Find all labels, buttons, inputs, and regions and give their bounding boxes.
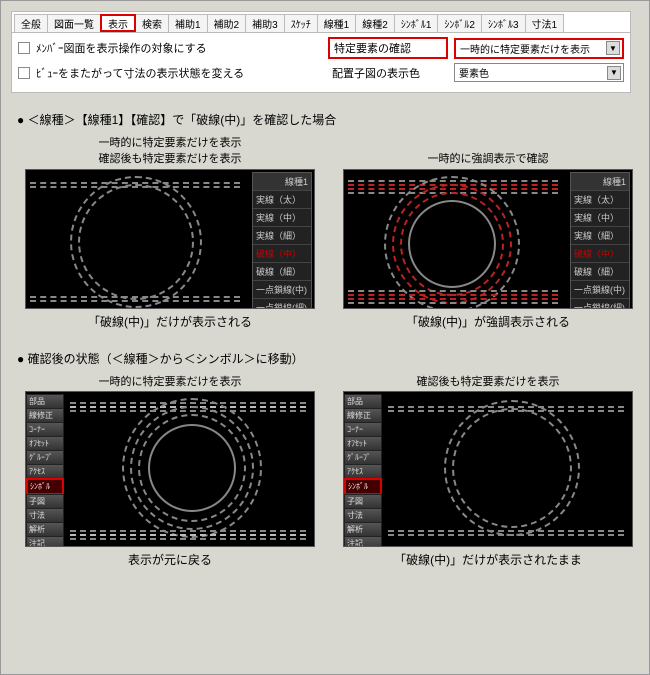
side-menu-item[interactable]: 破線（中） (571, 245, 629, 263)
left-item-ｱｸｾｽ[interactable]: ｱｸｾｽ (344, 464, 382, 479)
field-confirm-value: 一時的に特定要素だけを表示 (460, 41, 590, 56)
left-item-解析[interactable]: 解析 (344, 522, 382, 537)
side-menu-item[interactable]: 実線（中） (571, 209, 629, 227)
left-item-寸法[interactable]: 寸法 (344, 508, 382, 523)
field-color-label: 配置子図の表示色 (328, 64, 448, 82)
side-menu-item[interactable]: 実線（太） (571, 191, 629, 209)
left-item-ｵﾌｾｯﾄ[interactable]: ｵﾌｾｯﾄ (26, 436, 64, 451)
pair1-right-below: 「破線(中)」が強調表示される (343, 313, 633, 330)
pair1-left-below: 「破線(中)」だけが表示される (25, 313, 315, 330)
left-item-注記[interactable]: 注記 (26, 536, 64, 547)
pair2-right-below: 「破線(中)」だけが表示されたまま (343, 551, 633, 568)
side-menu-item[interactable]: 一点鎖線(中) (253, 281, 311, 299)
left-item-解析[interactable]: 解析 (26, 522, 64, 537)
left-item-ｱｸｾｽ[interactable]: ｱｸｾｽ (26, 464, 64, 479)
left-item-線修正[interactable]: 線修正 (26, 408, 64, 423)
screenshot-2-left: 部品線修正ｺｰﾅｰｵﾌｾｯﾄｸﾞﾙｰﾌﾟｱｸｾｽｼﾝﾎﾞﾙ子図寸法解析注記ﾌｧｲ… (25, 391, 315, 547)
side-menu-item[interactable]: 実線（細） (571, 227, 629, 245)
side-menu-item[interactable]: 実線（細） (253, 227, 311, 245)
screenshot-1-right: 線種1実線（太）実線（中）実線（細）破線（中）破線（細）一点鎖線(中)一点鎖線(… (343, 169, 633, 309)
pair1-left-caption-b: 確認後も特定要素だけを表示 (25, 152, 315, 166)
left-item-ｼﾝﾎﾞﾙ[interactable]: ｼﾝﾎﾞﾙ (26, 478, 64, 495)
left-item-ｵﾌｾｯﾄ[interactable]: ｵﾌｾｯﾄ (344, 436, 382, 451)
pair2-right-caption: 確認後も特定要素だけを表示 (343, 375, 633, 389)
tab-ｼﾝﾎﾞﾙ1[interactable]: ｼﾝﾎﾞﾙ1 (394, 14, 439, 32)
left-toolbar[interactable]: 部品線修正ｺｰﾅｰｵﾌｾｯﾄｸﾞﾙｰﾌﾟｱｸｾｽｼﾝﾎﾞﾙ子図寸法解析注記ﾌｧｲ… (26, 394, 64, 547)
tab-線種2[interactable]: 線種2 (355, 14, 395, 32)
field-confirm-label: 特定要素の確認 (328, 37, 448, 59)
left-item-子図[interactable]: 子図 (26, 494, 64, 509)
tab-寸法1[interactable]: 寸法1 (525, 14, 565, 32)
pair2-left-caption: 一時的に特定要素だけを表示 (25, 375, 315, 389)
tab-ｼﾝﾎﾞﾙ3[interactable]: ｼﾝﾎﾞﾙ3 (481, 14, 526, 32)
side-menu-item[interactable]: 実線（太） (253, 191, 311, 209)
tab-図面一覧[interactable]: 図面一覧 (47, 14, 101, 32)
checkbox-view-label: ﾋﾞｭｰをまたがって寸法の表示状態を変える (36, 65, 244, 81)
left-item-ｺｰﾅｰ[interactable]: ｺｰﾅｰ (26, 422, 64, 437)
config-panel: 全般図面一覧表示検索補助1補助2補助3ｽｹｯﾁ線種1線種2ｼﾝﾎﾞﾙ1ｼﾝﾎﾞﾙ… (11, 11, 631, 93)
left-toolbar[interactable]: 部品線修正ｺｰﾅｰｵﾌｾｯﾄｸﾞﾙｰﾌﾟｱｸｾｽｼﾝﾎﾞﾙ子図寸法解析注記ﾌｧｲ… (344, 394, 382, 547)
side-menu-item[interactable]: 実線（中） (253, 209, 311, 227)
tab-全般[interactable]: 全般 (14, 14, 48, 32)
tab-補助3[interactable]: 補助3 (245, 14, 285, 32)
checkbox-view[interactable] (18, 67, 30, 79)
left-item-ｸﾞﾙｰﾌﾟ[interactable]: ｸﾞﾙｰﾌﾟ (26, 450, 64, 465)
screenshot-1-left: 線種1実線（太）実線（中）実線（細）破線（中）破線（細）一点鎖線(中)一点鎖線(… (25, 169, 315, 309)
section1-heading: ＜線種＞【線種1】【確認】で「破線(中)」を確認した場合 (17, 111, 639, 128)
side-menu-title: 線種1 (253, 173, 311, 191)
pair2-left-below: 表示が元に戻る (25, 551, 315, 568)
left-item-部品[interactable]: 部品 (26, 394, 64, 409)
side-menu-linetype[interactable]: 線種1実線（太）実線（中）実線（細）破線（中）破線（細）一点鎖線(中)一点鎖線(… (252, 172, 312, 309)
pair1-right-caption: 一時的に強調表示で確認 (343, 152, 633, 166)
tab-ｼﾝﾎﾞﾙ2[interactable]: ｼﾝﾎﾞﾙ2 (437, 14, 482, 32)
checkbox-member-label: ﾒﾝﾊﾞｰ図面を表示操作の対象にする (36, 40, 207, 56)
tab-表示[interactable]: 表示 (100, 14, 136, 32)
field-color-value: 要素色 (459, 65, 489, 80)
side-menu-item[interactable]: 一点鎖線(細) (253, 299, 311, 309)
left-item-寸法[interactable]: 寸法 (26, 508, 64, 523)
side-menu-item[interactable]: 破線（細） (571, 263, 629, 281)
left-item-部品[interactable]: 部品 (344, 394, 382, 409)
side-menu-item[interactable]: 一点鎖線(中) (571, 281, 629, 299)
tab-ｽｹｯﾁ[interactable]: ｽｹｯﾁ (284, 14, 318, 32)
left-item-ｸﾞﾙｰﾌﾟ[interactable]: ｸﾞﾙｰﾌﾟ (344, 450, 382, 465)
left-item-注記[interactable]: 注記 (344, 536, 382, 547)
left-item-線修正[interactable]: 線修正 (344, 408, 382, 423)
tab-線種1[interactable]: 線種1 (317, 14, 357, 32)
screenshot-2-right: 部品線修正ｺｰﾅｰｵﾌｾｯﾄｸﾞﾙｰﾌﾟｱｸｾｽｼﾝﾎﾞﾙ子図寸法解析注記ﾌｧｲ… (343, 391, 633, 547)
chevron-down-icon[interactable]: ▼ (607, 66, 621, 80)
tab-補助2[interactable]: 補助2 (207, 14, 247, 32)
side-menu-item[interactable]: 破線（細） (253, 263, 311, 281)
checkbox-member[interactable] (18, 42, 30, 54)
left-item-ｼﾝﾎﾞﾙ[interactable]: ｼﾝﾎﾞﾙ (344, 478, 382, 495)
tab-bar: 全般図面一覧表示検索補助1補助2補助3ｽｹｯﾁ線種1線種2ｼﾝﾎﾞﾙ1ｼﾝﾎﾞﾙ… (12, 12, 630, 33)
left-item-ｺｰﾅｰ[interactable]: ｺｰﾅｰ (344, 422, 382, 437)
field-color-select[interactable]: 要素色 ▼ (454, 63, 624, 82)
side-menu-title: 線種1 (571, 173, 629, 191)
field-confirm-select[interactable]: 一時的に特定要素だけを表示 ▼ (454, 38, 624, 59)
section2-heading: 確認後の状態（＜線種＞から＜シンボル＞に移動） (17, 350, 639, 367)
chevron-down-icon[interactable]: ▼ (606, 41, 620, 55)
side-menu-item[interactable]: 一点鎖線(細) (571, 299, 629, 309)
tab-補助1[interactable]: 補助1 (168, 14, 208, 32)
side-menu-linetype[interactable]: 線種1実線（太）実線（中）実線（細）破線（中）破線（細）一点鎖線(中)一点鎖線(… (570, 172, 630, 309)
left-item-子図[interactable]: 子図 (344, 494, 382, 509)
side-menu-item[interactable]: 破線（中） (253, 245, 311, 263)
tab-検索[interactable]: 検索 (135, 14, 169, 32)
pair1-left-caption-a: 一時的に特定要素だけを表示 (25, 136, 315, 150)
